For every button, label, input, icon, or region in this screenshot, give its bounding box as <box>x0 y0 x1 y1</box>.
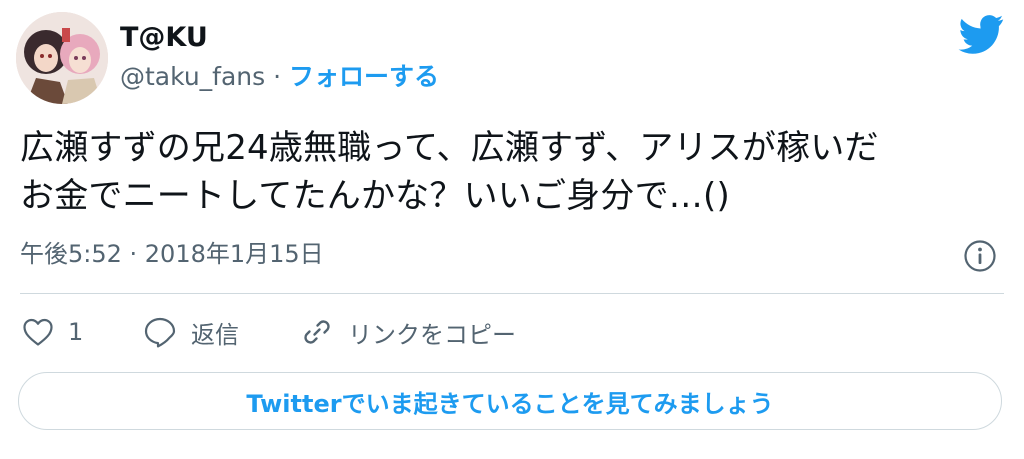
heart-icon <box>23 318 53 346</box>
reply-button[interactable]: 返信 <box>143 314 239 350</box>
author-handle[interactable]: @taku_fans <box>120 62 265 91</box>
reply-icon <box>144 317 176 348</box>
like-button[interactable]: 1 <box>22 314 83 350</box>
info-icon[interactable] <box>963 239 997 273</box>
link-icon <box>304 320 330 344</box>
copy-link-button[interactable]: リンクをコピー <box>300 314 516 350</box>
tweet-text: 広瀬すずの兄24歳無職って、広瀬すず、アリスが稼いだ お金でニートしてたんかな？… <box>20 124 1005 220</box>
tweet-text-line: 広瀬すずの兄24歳無職って、広瀬すず、アリスが稼いだ <box>20 128 879 168</box>
handle-separator: · <box>273 62 282 91</box>
tweet-timestamp[interactable]: 午後5:52 · 2018年1月15日 <box>20 236 324 272</box>
follow-button[interactable]: フォローする <box>289 62 439 91</box>
like-count: 1 <box>68 318 84 346</box>
explore-twitter-button[interactable]: Twitterでいま起きていることを見てみましょう <box>18 372 1002 430</box>
avatar-image <box>16 12 108 104</box>
author-display-name[interactable]: T@KU <box>120 22 208 54</box>
author-handle-row: @taku_fans · フォローする <box>120 60 439 94</box>
avatar[interactable] <box>16 12 108 104</box>
tweet-text-line: お金でニートしてたんかな？いいご身分で…() <box>20 176 730 216</box>
twitter-bird-icon[interactable] <box>958 14 1004 54</box>
copy-link-label: リンクをコピー <box>348 320 516 349</box>
reply-label: 返信 <box>191 320 239 349</box>
explore-twitter-label: Twitterでいま起きていることを見てみましょう <box>246 389 774 418</box>
divider <box>20 293 1004 294</box>
